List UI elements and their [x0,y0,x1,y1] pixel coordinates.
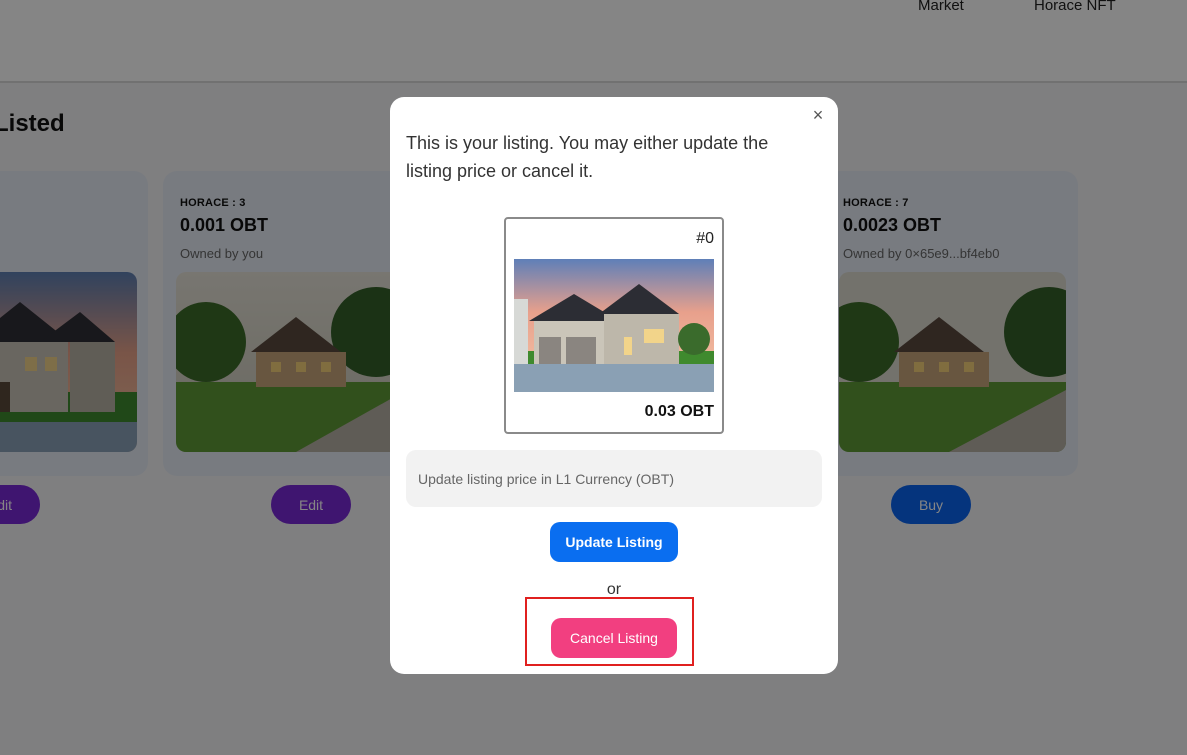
nft-house-image [514,259,714,392]
nft-preview-card: #0 0.03 OBT [504,217,724,434]
modal-message: This is your listing. You may either upd… [406,133,769,181]
marketplace-page: Market Horace NFT Listed HORACE: 3 0.00… [0,0,1187,755]
listing-price-input[interactable] [406,450,822,507]
listing-modal: × This is your listing. You may either u… [390,97,838,674]
update-listing-button[interactable]: Update Listing [550,522,678,562]
nft-preview-price: 0.03 OBT [644,403,714,420]
nft-token-id: #0 [696,230,714,247]
cancel-listing-button[interactable]: Cancel Listing [551,618,677,658]
close-icon[interactable]: × [810,106,826,124]
